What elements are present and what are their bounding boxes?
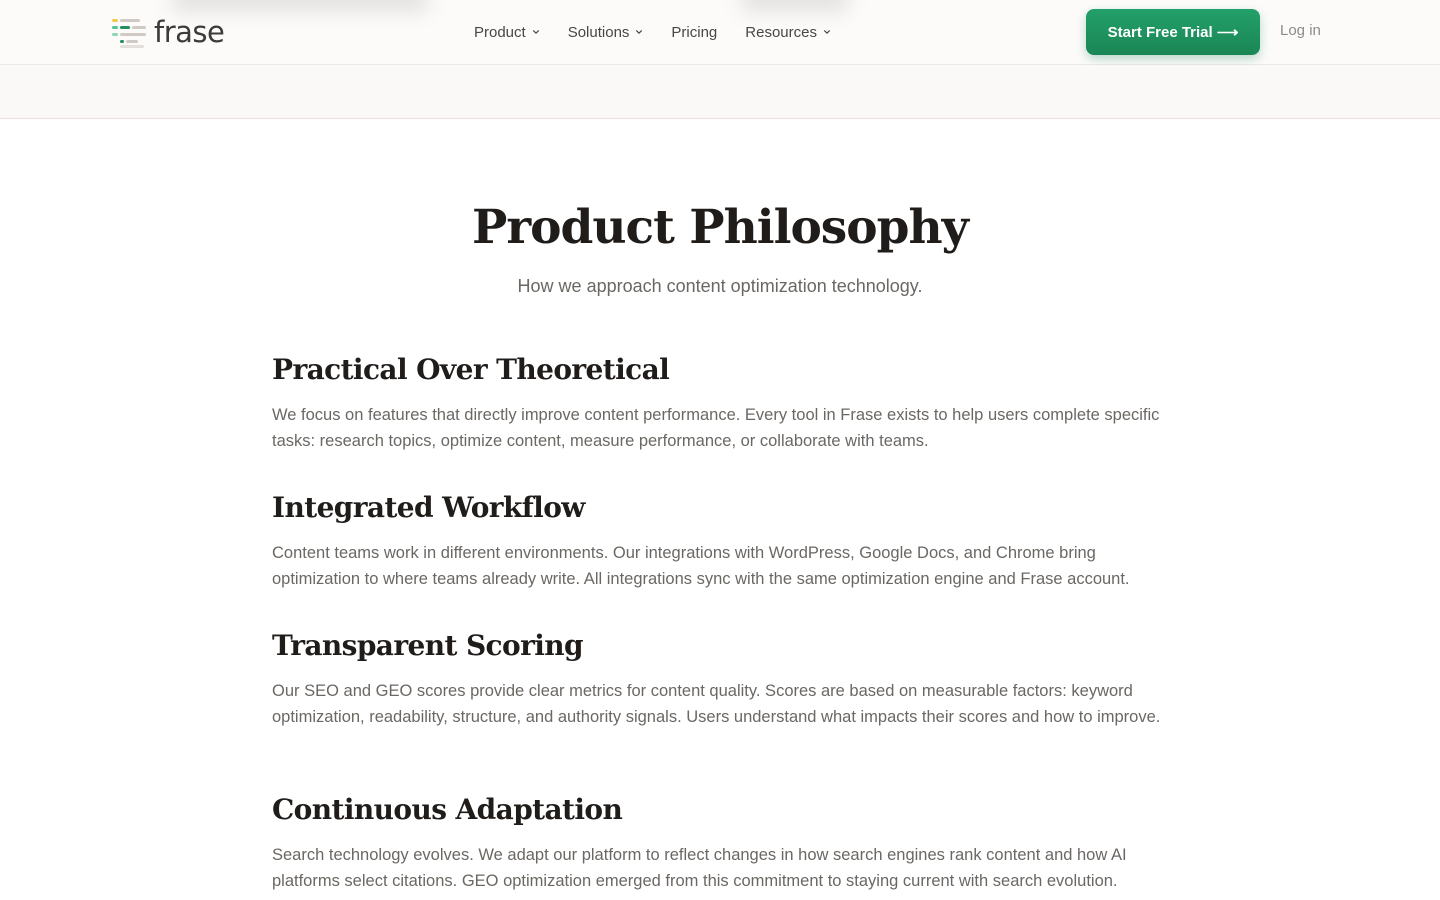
section-heading: Practical Over Theoretical: [272, 353, 670, 386]
site-header: frase Product Solutions Pricing Resource…: [0, 0, 1440, 65]
philosophy-section: Integrated Workflow Content teams work i…: [272, 490, 1172, 592]
header-band: [0, 65, 1440, 119]
decorative-shadow: [740, 0, 850, 12]
nav-item-product[interactable]: Product: [474, 24, 540, 41]
chevron-down-icon: [636, 30, 643, 35]
philosophy-section: Transparent Scoring Our SEO and GEO scor…: [272, 628, 1172, 730]
chevron-down-icon: [532, 30, 539, 35]
frase-logo-icon: [112, 15, 148, 49]
section-heading: Integrated Workflow: [272, 491, 585, 524]
section-body: Our SEO and GEO scores provide clear met…: [272, 682, 1161, 726]
main-nav: Product Solutions Pricing Resources: [474, 20, 859, 44]
philosophy-section: Continuous Adaptation Search technology …: [272, 792, 1172, 894]
decorative-shadow: [170, 0, 430, 12]
nav-item-label: Product: [474, 23, 526, 41]
nav-item-solutions[interactable]: Solutions: [568, 24, 644, 41]
nav-item-resources[interactable]: Resources: [745, 24, 831, 41]
logo-text: frase: [154, 15, 225, 49]
logo-link[interactable]: frase: [112, 15, 225, 49]
page-subtitle: How we approach content optimization tec…: [517, 276, 923, 296]
nav-item-label: Solutions: [567, 23, 630, 41]
start-free-trial-button[interactable]: Start Free Trial ⟶: [1086, 9, 1260, 55]
chevron-down-icon: [823, 30, 830, 35]
nav-item-pricing[interactable]: Pricing: [671, 24, 717, 41]
login-link[interactable]: Log in: [1280, 22, 1321, 39]
section-heading: Transparent Scoring: [272, 629, 584, 662]
philosophy-section: Practical Over Theoretical We focus on f…: [272, 352, 1172, 454]
section-body: We focus on features that directly impro…: [272, 406, 1160, 450]
nav-item-label: Pricing: [671, 23, 718, 41]
nav-item-label: Resources: [745, 23, 817, 41]
section-body: Search technology evolves. We adapt our …: [272, 846, 1127, 890]
page-title: Product Philosophy: [472, 200, 969, 255]
section-heading: Continuous Adaptation: [272, 793, 623, 826]
section-body: Content teams work in different environm…: [272, 544, 1130, 588]
